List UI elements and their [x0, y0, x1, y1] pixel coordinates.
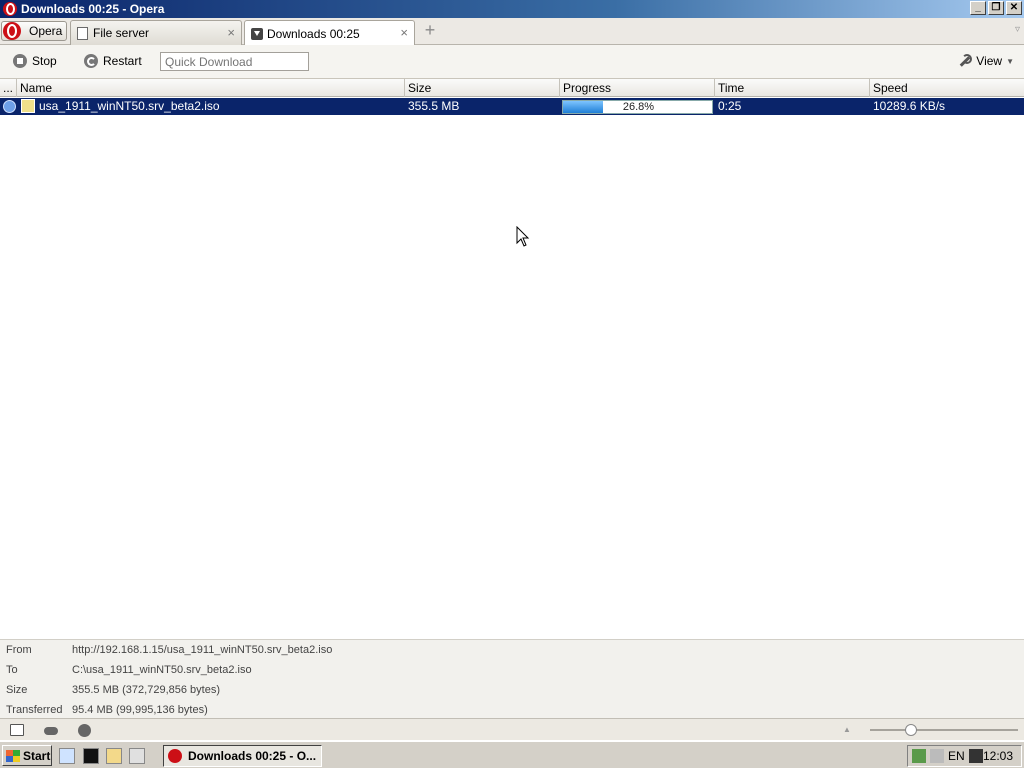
windows-logo-icon [6, 749, 20, 762]
tab-label: Downloads 00:25 [267, 26, 360, 41]
column-progress[interactable]: Progress [560, 79, 715, 97]
title-bar: Downloads 00:25 - Opera _ ❐ ✕ [0, 0, 1024, 18]
detail-value: 95.4 MB (99,995,136 bytes) [72, 704, 208, 716]
view-menu-button[interactable]: View ▼ [958, 54, 1014, 68]
restart-button[interactable]: Restart [84, 54, 142, 68]
wrench-icon [958, 54, 973, 68]
tab-label: File server [93, 26, 150, 40]
clock: 12:03 [982, 749, 1013, 763]
status-bar: ▲ [0, 718, 1024, 740]
window-title: Downloads 00:25 - Opera [21, 2, 165, 16]
column-name[interactable]: Name [17, 79, 405, 97]
download-speed: 10289.6 KB/s [873, 99, 946, 113]
detail-label: Size [6, 684, 28, 696]
stop-button[interactable]: Stop [13, 54, 57, 68]
column-header: ... Name Size Progress Time Speed [0, 79, 1024, 97]
minimize-button[interactable]: _ [970, 1, 986, 15]
taskbar-task-label: Downloads 00:25 - O... [188, 749, 317, 763]
opera-logo-icon [3, 22, 21, 40]
desktop-icon[interactable] [129, 748, 145, 764]
restart-label: Restart [103, 54, 142, 68]
progress-text: 26.8% [622, 101, 655, 113]
detail-value[interactable]: C:\usa_1911_winNT50.srv_beta2.iso [72, 660, 252, 680]
panel-toggle-icon[interactable] [10, 724, 24, 736]
system-tray: EN 12:03 [907, 745, 1022, 767]
quick-download-input[interactable] [160, 52, 309, 71]
download-time: 0:25 [718, 99, 742, 113]
tab-file-server[interactable]: File server × [70, 20, 242, 45]
close-tab-icon[interactable]: × [227, 25, 235, 40]
detail-label: Transferred [6, 704, 63, 716]
close-tab-icon[interactable]: × [400, 25, 408, 40]
detail-label: To [6, 664, 18, 676]
language-indicator[interactable]: EN [948, 749, 965, 763]
download-name: usa_1911_winNT50.srv_beta2.iso [39, 99, 220, 113]
tab-downloads[interactable]: Downloads 00:25 × [244, 20, 415, 46]
globe-icon [3, 100, 16, 113]
tab-list-icon[interactable]: ▿ [1015, 24, 1020, 35]
download-size: 355.5 MB [408, 99, 460, 113]
opera-logo-icon [168, 749, 182, 763]
opera-menu-button[interactable]: Opera [1, 21, 67, 41]
new-tab-button[interactable]: + [421, 21, 439, 40]
command-prompt-icon[interactable] [83, 748, 99, 764]
cloud-icon[interactable] [44, 727, 58, 735]
stop-label: Stop [32, 54, 57, 68]
zoom-slider[interactable] [870, 729, 1018, 731]
progress-bar: 26.8% [562, 100, 713, 114]
column-size[interactable]: Size [405, 79, 560, 97]
folder-icon[interactable] [106, 748, 122, 764]
start-label: Start [23, 748, 51, 763]
detail-value[interactable]: http://192.168.1.15/usa_1911_winNT50.srv… [72, 640, 332, 660]
detail-label: From [6, 644, 32, 656]
opera-logo-icon [3, 2, 17, 16]
page-icon [77, 26, 88, 40]
network-icon[interactable] [912, 749, 926, 763]
speedometer-icon[interactable] [78, 724, 91, 737]
table-row[interactable]: usa_1911_winNT50.srv_beta2.iso 355.5 MB … [0, 98, 1024, 115]
detail-value: 355.5 MB (372,729,856 bytes) [72, 684, 220, 696]
close-window-button[interactable]: ✕ [1006, 1, 1022, 15]
column-menu-button[interactable]: ... [0, 79, 17, 97]
download-icon [251, 27, 263, 40]
chevron-down-icon: ▼ [1006, 56, 1014, 66]
column-speed[interactable]: Speed [870, 79, 1024, 97]
downloads-toolbar: Stop Restart [0, 45, 1024, 79]
zoom-slider-thumb[interactable] [905, 724, 917, 736]
opera-menu-label: Opera [29, 24, 63, 38]
file-icon [21, 99, 35, 113]
stop-icon [13, 54, 27, 68]
taskbar-opera-button[interactable]: Downloads 00:25 - O... [163, 745, 322, 767]
view-label: View [976, 54, 1003, 68]
download-details: From http://192.168.1.15/usa_1911_winNT5… [0, 639, 1024, 718]
window-controls: _ ❐ ✕ [970, 1, 1022, 15]
start-button[interactable]: Start [2, 745, 52, 766]
tab-bar: Opera File server × Downloads 00:25 × [0, 18, 1024, 46]
restart-icon [84, 54, 98, 68]
column-time[interactable]: Time [715, 79, 870, 97]
restore-button[interactable]: ❐ [988, 1, 1004, 15]
speaker-icon[interactable] [930, 749, 944, 763]
taskbar: Start Downloads 00:25 - O... EN 12:03 [0, 741, 1024, 768]
chevron-up-icon[interactable]: ▲ [843, 725, 851, 734]
internet-explorer-icon[interactable] [59, 748, 75, 764]
tray-app-icon[interactable] [968, 749, 983, 763]
